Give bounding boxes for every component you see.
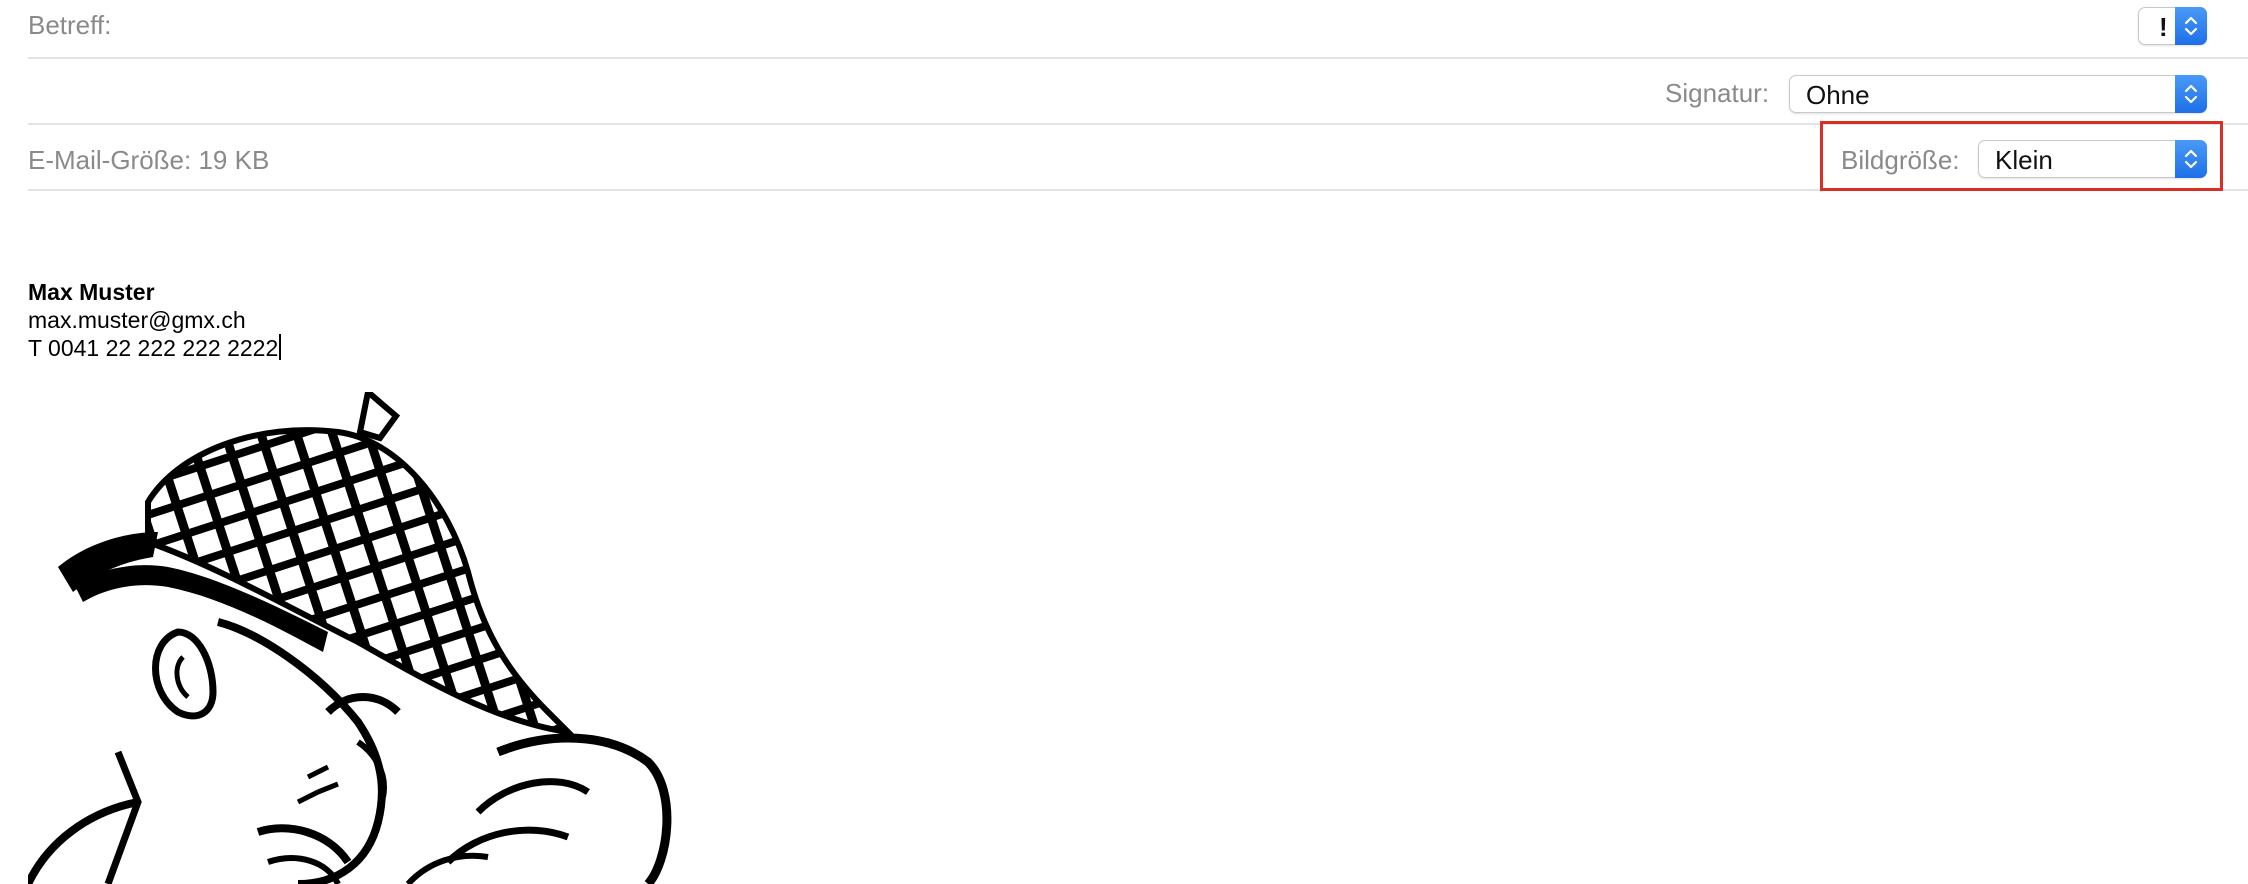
signature-label: Signatur: [1665, 78, 1770, 108]
priority-popup[interactable]: ! [2138, 7, 2207, 45]
image-size-highlight-box [1820, 121, 2223, 191]
priority-value: ! [2159, 12, 2168, 42]
detective-illustration[interactable] [28, 392, 688, 884]
message-size-label: E-Mail-Größe: 19 KB [28, 145, 270, 175]
compose-window: Betreff: ! Signatur: Ohne E-Mail-Größe: … [0, 0, 2248, 884]
subject-label: Betreff: [28, 10, 112, 40]
signature-phone: T 0041 22 222 222 2222 [28, 335, 279, 361]
signature-phone-line: T 0041 22 222 222 2222 [28, 334, 282, 362]
text-cursor [279, 334, 282, 360]
up-down-chevron-icon [2175, 75, 2207, 113]
message-body[interactable]: Max Muster max.muster@gmx.ch T 0041 22 2… [28, 278, 282, 362]
signature-email: max.muster@gmx.ch [28, 307, 246, 333]
subject-row [28, 0, 2248, 59]
signature-popup[interactable]: Ohne [1789, 75, 2207, 113]
up-down-chevron-icon [2175, 7, 2207, 45]
signature-name: Max Muster [28, 279, 155, 305]
signature-value: Ohne [1806, 80, 1870, 110]
